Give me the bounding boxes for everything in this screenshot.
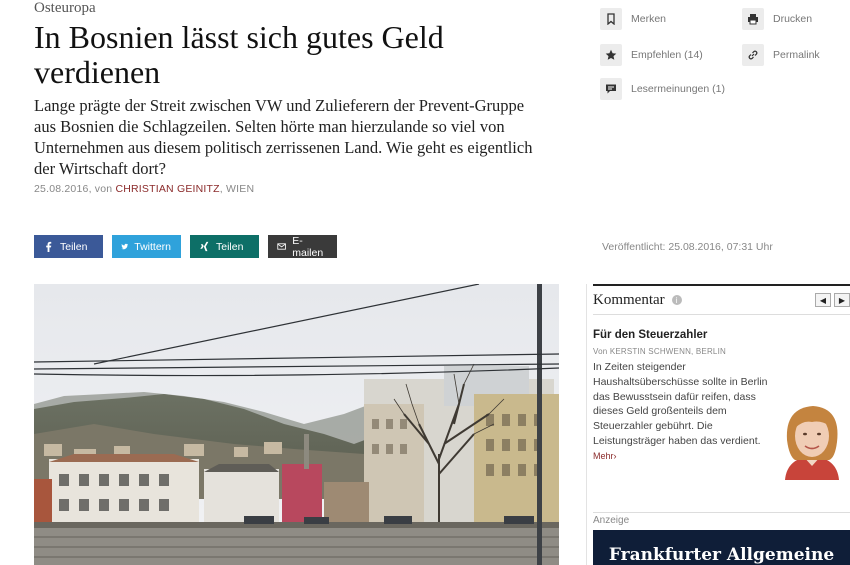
drucken-button[interactable]: Drucken [742, 8, 812, 30]
kommentar-body: In Zeiten steigender Haushaltsüberschüss… [593, 361, 768, 447]
faz-advertisement[interactable]: Frankfurter Allgemeine [593, 530, 850, 565]
kommentar-byline: Von KERSTIN SCHWENN, BERLIN [593, 347, 726, 356]
author-link[interactable]: CHRISTIAN GEINITZ [115, 183, 219, 195]
article-photo[interactable] [34, 284, 559, 565]
link-icon [742, 44, 764, 66]
kommentar-nav: ◀ ▶ [815, 293, 850, 307]
envelope-icon [277, 243, 286, 250]
empfehlen-button[interactable]: Empfehlen (14) [600, 44, 703, 66]
twitter-share-label: Twittern [134, 240, 171, 253]
merken-button[interactable]: Merken [600, 8, 666, 30]
email-share-button[interactable]: E-mailen [268, 234, 337, 259]
byline-location: , WIEN [219, 183, 255, 195]
ad-label: Anzeige [593, 515, 630, 526]
lesermeinungen-label: Lesermeinungen (1) [631, 83, 725, 95]
prev-arrow-button[interactable]: ◀ [815, 293, 831, 307]
ad-brand: Frankfurter Allgemeine [608, 545, 835, 565]
article-headline: In Bosnien lässt sich gutes Geld verdien… [34, 19, 444, 90]
permalink-button[interactable]: Permalink [742, 44, 820, 66]
next-arrow-button[interactable]: ▶ [834, 293, 850, 307]
article-byline: 25.08.2016, von CHRISTIAN GEINITZ, WIEN [34, 183, 254, 195]
ad-divider [593, 512, 850, 513]
drucken-label: Drucken [773, 13, 813, 25]
published-date: Veröffentlicht: 25.08.2016, 07:31 Uhr [602, 241, 773, 253]
xing-share-label: Teilen [216, 240, 244, 253]
article-date: 25.08.2016 [34, 183, 89, 195]
facebook-icon [46, 241, 52, 252]
empfehlen-label: Empfehlen (14) [631, 49, 703, 61]
comment-bubble-icon [600, 78, 622, 100]
facebook-share-label: Teilen [60, 240, 88, 253]
merken-label: Merken [631, 13, 667, 25]
kommentar-box: Kommentar i ◀ ▶ Für den Steuerzahler Von… [593, 284, 850, 484]
email-share-label: E-mailen [292, 234, 324, 259]
author-portrait [773, 400, 850, 480]
bookmark-icon [600, 8, 622, 30]
xing-share-button[interactable]: Teilen [190, 235, 259, 258]
info-icon[interactable]: i [671, 295, 682, 305]
kommentar-headline[interactable]: Für den Steuerzahler [593, 329, 707, 341]
lesermeinungen-button[interactable]: Lesermeinungen (1) [600, 78, 725, 100]
kommentar-text: In Zeiten steigender Haushaltsüberschüss… [593, 360, 778, 464]
share-bar: Teilen Twittern Teilen E-mailen [34, 234, 337, 259]
byline-von: , von [88, 183, 116, 195]
kommentar-header: Kommentar i ◀ ▶ [593, 286, 850, 315]
mehr-link[interactable]: Mehr› [593, 451, 617, 461]
star-icon [600, 44, 622, 66]
permalink-label: Permalink [773, 49, 820, 61]
kommentar-title: Kommentar [593, 291, 665, 308]
twitter-share-button[interactable]: Twittern [112, 235, 181, 258]
facebook-share-button[interactable]: Teilen [34, 235, 103, 258]
article-kicker: Osteuropa [34, 0, 96, 16]
twitter-icon [121, 243, 129, 250]
print-icon [742, 8, 764, 30]
column-divider [586, 284, 587, 565]
article-lead: Lange prägte der Streit zwischen VW und … [34, 96, 533, 178]
sarajevo-city-image [34, 284, 559, 565]
xing-icon [200, 241, 209, 252]
